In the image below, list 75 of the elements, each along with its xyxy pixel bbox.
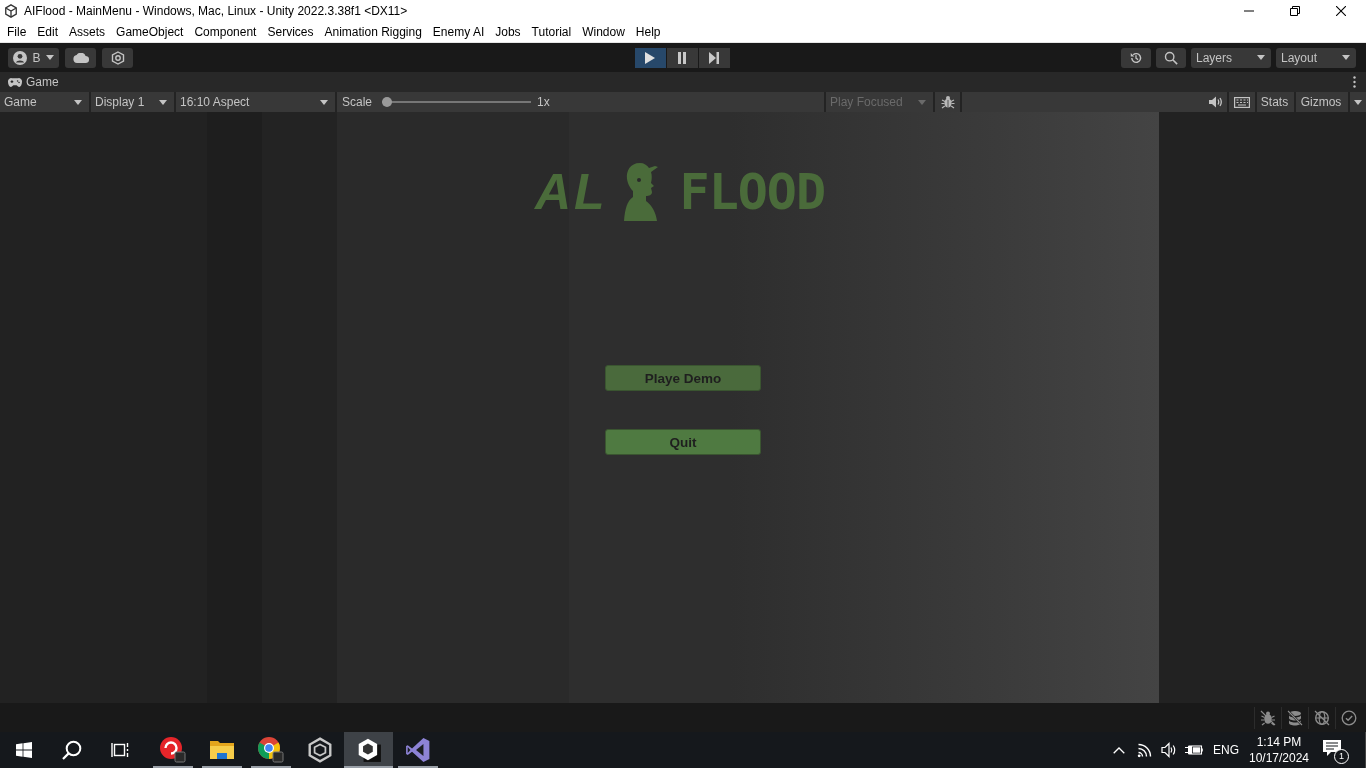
gamepad-icon: [8, 77, 22, 87]
bug-icon: [940, 95, 955, 109]
menu-item[interactable]: Enemy AI: [432, 24, 485, 39]
caret-icon: [1342, 55, 1350, 60]
menu-item[interactable]: Assets: [69, 24, 106, 39]
taskbar-button[interactable]: [344, 732, 393, 768]
layers-dropdown[interactable]: Layers: [1191, 47, 1271, 68]
step-button[interactable]: [698, 47, 730, 68]
menu-item[interactable]: Edit: [37, 24, 59, 39]
menu-item[interactable]: Services: [267, 24, 314, 39]
caret-icon: [74, 99, 82, 105]
search-icon: [62, 740, 82, 760]
record-app-icon: [159, 737, 186, 763]
search-icon: [1164, 50, 1178, 65]
menu-item[interactable]: Jobs: [495, 24, 521, 39]
play-icon: [645, 51, 655, 64]
toolbar-button[interactable]: [102, 47, 133, 68]
caret-icon: [1354, 99, 1362, 105]
notification-count: 1: [1334, 749, 1349, 764]
scale-label: Scale: [342, 95, 373, 109]
step-icon: [709, 51, 719, 64]
game-tab[interactable]: Game: [8, 75, 59, 89]
chevron-up-icon[interactable]: [1113, 746, 1125, 754]
cloud-button[interactable]: [65, 47, 96, 68]
logo-text: FLOOD: [679, 167, 826, 217]
speaker-icon: [1209, 96, 1223, 108]
browser-icon: [257, 737, 284, 763]
ribbon-logo-icon: [404, 737, 431, 763]
globe-off-icon: [1314, 709, 1330, 726]
play-button[interactable]: [634, 47, 666, 68]
cube-logo-icon: [4, 3, 18, 18]
language-indicator[interactable]: ENG: [1213, 743, 1239, 757]
history-icon: [1129, 50, 1143, 65]
restore-icon[interactable]: [1290, 5, 1300, 16]
pause-button[interactable]: [666, 47, 698, 68]
menu-item[interactable]: GameObject: [116, 24, 184, 39]
close-icon[interactable]: [1336, 5, 1346, 16]
check-circle-icon: [1341, 709, 1357, 726]
windows-logo-icon: [16, 742, 32, 758]
caret-icon: [1257, 55, 1265, 60]
wifi-icon[interactable]: [1137, 742, 1153, 758]
menu-item[interactable]: Help: [635, 24, 661, 39]
menu-item[interactable]: File: [7, 24, 27, 39]
caret-icon: [918, 99, 926, 105]
logo-text: AL: [534, 167, 608, 217]
account-dropdown[interactable]: B: [8, 47, 59, 68]
caret-icon: [159, 99, 167, 105]
slider-thumb[interactable]: [382, 97, 393, 107]
hexagon-icon: [110, 50, 125, 65]
menu-item[interactable]: Component: [194, 24, 257, 39]
clock-date[interactable]: 10/17/2024: [1248, 750, 1310, 766]
caret-icon: [320, 99, 328, 105]
layout-dropdown[interactable]: Layout: [1276, 47, 1356, 68]
more-icon[interactable]: [1353, 76, 1356, 88]
caret-icon: [45, 55, 54, 60]
bug-off-icon: [1260, 709, 1276, 726]
clock-time[interactable]: 1:14 PM: [1256, 734, 1302, 750]
scale-value: 1x: [537, 95, 550, 109]
pause-icon: [677, 51, 687, 64]
task-view-icon: [111, 742, 129, 758]
keyboard-icon: [1234, 96, 1250, 108]
menu-item[interactable]: Animation Rigging: [324, 24, 422, 39]
menu-item[interactable]: Tutorial: [531, 24, 572, 39]
menu-item[interactable]: Window: [582, 24, 625, 39]
hexagon-icon: [306, 737, 333, 763]
battery-icon[interactable]: [1185, 744, 1203, 756]
user-icon: [13, 50, 28, 65]
search-button[interactable]: [1156, 47, 1186, 68]
cloud-icon: [72, 52, 89, 63]
head-silhouette-icon: [623, 163, 660, 221]
history-button[interactable]: [1121, 47, 1151, 68]
window-title: AIFlood - MainMenu - Windows, Mac, Linux - Unity 2022.3.38f1 <DX11>: [24, 3, 408, 18]
volume-icon[interactable]: [1161, 742, 1177, 758]
notification-icon[interactable]: [1323, 740, 1341, 756]
database-off-icon: [1287, 709, 1303, 726]
